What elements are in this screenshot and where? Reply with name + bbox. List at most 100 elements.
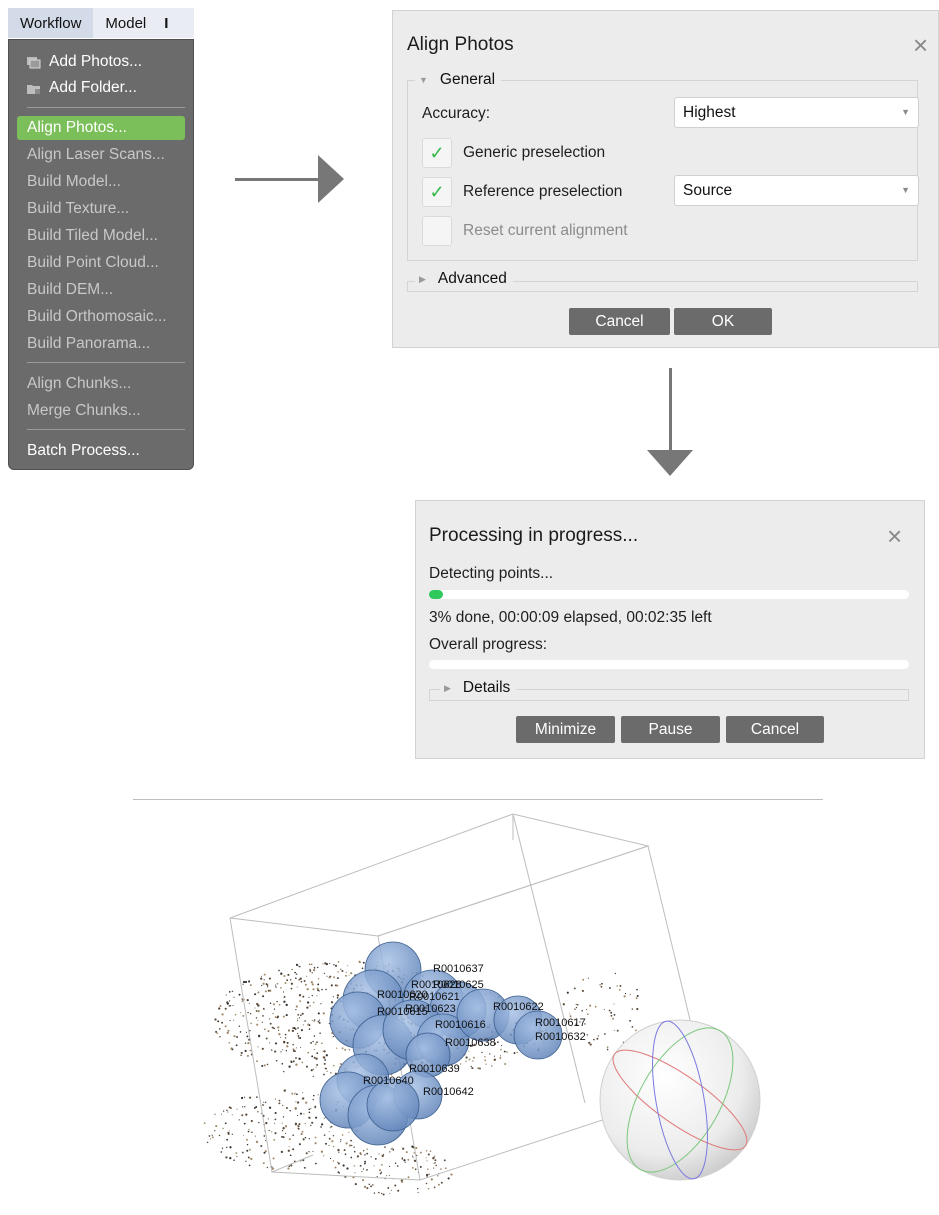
point xyxy=(493,1058,496,1061)
point xyxy=(294,1092,296,1094)
accuracy-select[interactable]: Highest ▼ xyxy=(674,97,919,128)
menu-item-batch-process[interactable]: Batch Process... xyxy=(17,439,185,463)
point xyxy=(312,1001,315,1004)
point xyxy=(411,1166,414,1169)
point xyxy=(340,1141,342,1143)
point xyxy=(313,966,316,969)
point xyxy=(316,987,319,990)
point xyxy=(330,1072,332,1074)
point xyxy=(313,1035,316,1037)
point xyxy=(249,984,252,987)
menu-item-build-texture[interactable]: Build Texture... xyxy=(17,197,185,221)
point xyxy=(326,1070,328,1073)
point xyxy=(307,1023,310,1026)
pause-button[interactable]: Pause xyxy=(621,716,720,743)
menu-item-add-photos[interactable]: Add Photos... xyxy=(17,50,185,74)
reference-preselection-checkbox[interactable]: ✓ xyxy=(422,177,452,207)
reference-source-select[interactable]: Source ▼ xyxy=(674,175,919,206)
point xyxy=(299,1037,302,1039)
point xyxy=(273,1122,275,1124)
point xyxy=(417,1192,419,1194)
menu-item-build-tiled-model[interactable]: Build Tiled Model... xyxy=(17,224,185,248)
point xyxy=(328,1137,331,1140)
3d-scene[interactable]: R0010637R0010628R0010625R0010620R0010621… xyxy=(133,800,823,1210)
point xyxy=(295,1047,298,1049)
point xyxy=(287,973,290,976)
point xyxy=(264,990,267,993)
point xyxy=(317,1012,320,1015)
point xyxy=(616,985,618,987)
menu-item-align-chunks[interactable]: Align Chunks... xyxy=(17,372,185,396)
point xyxy=(417,1188,419,1190)
reset-alignment-label: Reset current alignment xyxy=(463,222,628,239)
point xyxy=(613,1014,616,1016)
point xyxy=(347,965,349,967)
point xyxy=(274,1111,277,1115)
advanced-section-toggle[interactable]: ▶ Advanced xyxy=(415,269,513,289)
ok-button[interactable]: OK xyxy=(674,308,772,335)
point xyxy=(286,1041,289,1044)
minimize-button[interactable]: Minimize xyxy=(516,716,615,743)
menu-item-build-dem[interactable]: Build DEM... xyxy=(17,278,185,302)
reset-alignment-checkbox[interactable] xyxy=(422,216,452,246)
point xyxy=(303,1113,305,1115)
menu-workflow[interactable]: Workflow xyxy=(8,8,94,38)
menu-model[interactable]: Model xyxy=(93,8,158,38)
point xyxy=(309,1027,311,1029)
point xyxy=(315,1066,317,1068)
point xyxy=(311,994,313,997)
menu-item-align-photos[interactable]: Align Photos... xyxy=(17,116,185,140)
generic-preselection-checkbox[interactable]: ✓ xyxy=(422,138,452,168)
menu-item-add-folder[interactable]: Add Folder... xyxy=(17,76,185,100)
menu-item-build-panorama[interactable]: Build Panorama... xyxy=(17,332,185,356)
point xyxy=(263,1101,265,1103)
point xyxy=(314,1043,317,1046)
menu-item-build-point-cloud[interactable]: Build Point Cloud... xyxy=(17,251,185,275)
close-icon[interactable]: × xyxy=(913,32,928,58)
point xyxy=(274,1118,277,1121)
point xyxy=(364,1160,367,1163)
point xyxy=(308,1111,311,1114)
menu-item-build-orthomosaic[interactable]: Build Orthomosaic... xyxy=(17,305,185,329)
point xyxy=(326,975,328,977)
menu-item-build-model[interactable]: Build Model... xyxy=(17,170,185,194)
point xyxy=(286,1045,289,1048)
close-icon[interactable]: × xyxy=(887,523,902,549)
point xyxy=(248,980,251,983)
point xyxy=(477,1067,480,1070)
point xyxy=(298,994,302,997)
point xyxy=(238,1025,241,1027)
point xyxy=(308,996,310,998)
cancel-processing-button[interactable]: Cancel xyxy=(726,716,824,743)
point xyxy=(323,1134,326,1136)
point xyxy=(389,1151,391,1153)
point xyxy=(400,1180,404,1183)
point xyxy=(232,1005,234,1007)
menu-next-truncated[interactable]: I xyxy=(158,8,168,38)
details-section-toggle[interactable]: ▶ Details xyxy=(440,678,517,698)
point xyxy=(368,1183,371,1186)
point xyxy=(211,1136,214,1139)
point xyxy=(344,1048,347,1051)
3d-viewport[interactable]: R0010637 R0010628 R0010625 R0010620 R0010621… xyxy=(133,800,823,1210)
point xyxy=(269,1022,272,1025)
point xyxy=(239,1031,242,1033)
menu-item-align-laser-scans[interactable]: Align Laser Scans... xyxy=(17,143,185,167)
point xyxy=(273,1008,276,1010)
point xyxy=(324,962,327,965)
point xyxy=(425,1182,428,1185)
accuracy-label: Accuracy: xyxy=(422,105,491,122)
point xyxy=(489,1053,491,1055)
point xyxy=(257,1004,260,1007)
point xyxy=(231,990,234,993)
cancel-button[interactable]: Cancel xyxy=(569,308,670,335)
point xyxy=(587,977,589,979)
general-section-toggle[interactable]: ▼ General xyxy=(415,70,502,90)
point xyxy=(304,1020,306,1022)
point xyxy=(370,1185,373,1188)
point xyxy=(472,1060,474,1062)
menu-item-merge-chunks[interactable]: Merge Chunks... xyxy=(17,399,185,423)
point xyxy=(392,1148,395,1151)
point xyxy=(623,995,626,998)
navigation-trackball[interactable] xyxy=(599,1011,761,1190)
